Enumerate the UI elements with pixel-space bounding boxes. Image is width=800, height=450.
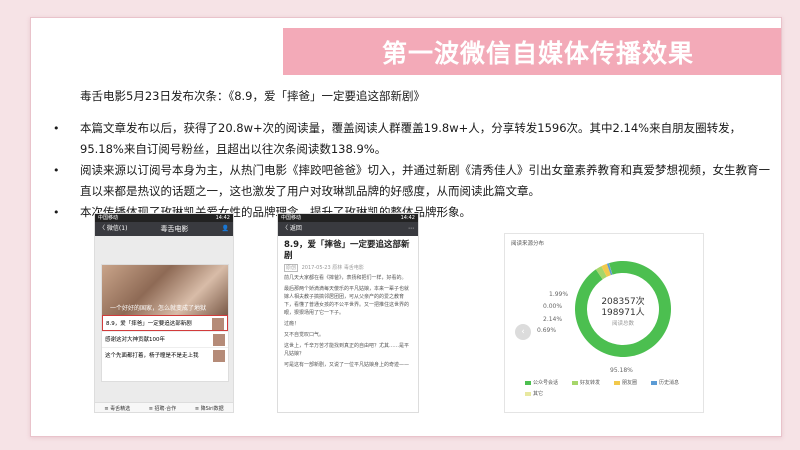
article-author: 原林 [332,265,343,271]
chart-center-text-0: 208357次 [601,295,644,307]
legend-label: 公众号会话 [533,380,559,386]
menu-item[interactable]: ≡ 毒舌精选 [104,405,130,412]
thumbnail-image [213,334,225,346]
phone-screenshot-feed: 中国移动 14:42 〈 微信(1) 毒舌电影 👤 一个好好的国家，怎么就变成了… [94,213,234,413]
legend-swatch [572,380,579,385]
bullet-item: 阅读来源以订阅号本身为主，从热门电影《摔跤吧爸爸》切入，并通过新剧《清秀佳人》引… [53,160,773,202]
article-title: 8.9，爱「摔爸」一定要追这部新剧 [284,240,410,261]
legend-item-4[interactable]: 其它 [525,390,543,397]
thumbnail-image [213,350,225,362]
message-feed: 一个好好的国家，怎么就变成了地狱 8.9，爱「摔爸」一定要追这部新剧 感谢这对大… [101,264,229,382]
feed-row[interactable]: 感谢这对大神贡献100年 [102,331,228,347]
slice-label-0: 95.18% [610,367,633,374]
slide-card: 第一波微信自媒体传播效果 毒舌电影5月23日发布次条：《8.9，爱「摔爸」一定要… [30,17,782,437]
legend-swatch [525,380,531,385]
bullet-list: 本篇文章发布以后，获得了20.8w+次的阅读量，覆盖阅读人群覆盖19.8w+人，… [53,118,773,223]
phone-screenshot-article: 中国移动 14:42 〈 返回 ⋯ 8.9，爱「摔爸」一定要追这部新剧 原创 2… [277,213,419,413]
thumbnail-image [212,318,224,330]
screenshots-row: 中国移动 14:42 〈 微信(1) 毒舌电影 👤 一个好好的国家，怎么就变成了… [31,213,781,436]
slice-label-2: 1.99% [549,291,568,298]
slice-label-3: 0.69% [537,327,556,334]
time-text: 14:42 [215,215,230,221]
article-paragraph: 又不自觉叹口气。 [284,332,325,338]
more-icon[interactable]: ⋯ [408,222,414,236]
article-meta: 原创 2017-05-23 原林 毒舌电影 [278,264,418,272]
article-paragraph: 这世上，千辛万苦才能找到真正的自由吧？尤其……是平凡姑娘？ [284,343,410,357]
title-banner: 第一波微信自媒体传播效果 [283,28,781,75]
legend-swatch [614,380,621,385]
legend-label: 历史消息 [659,380,680,386]
nav-bar: 〈 返回 ⋯ [278,222,418,236]
legend-label: 朋友圈 [622,380,638,386]
back-button[interactable]: 〈 微信(1) [99,222,127,236]
chart-center-text-2: 阅读总数 [612,319,635,327]
legend-swatch [651,380,658,385]
slice-label-4: 0.00% [543,303,562,310]
chart-legend: 公众号会话 好友转发 朋友圈 历史消息其它 [525,379,700,401]
read-source-chart: 阅读来源分布 95.18% 2.14% 1.99% 0.69% 0.00% 208357次… [504,233,704,413]
bullet-item: 本篇文章发布以后，获得了20.8w+次的阅读量，覆盖阅读人群覆盖19.8w+人，… [53,118,773,160]
chart-center-text-1: 198971人 [601,307,644,318]
legend-item-1[interactable]: 好友转发 [572,379,600,386]
legend-swatch [525,391,531,396]
feed-row-highlighted[interactable]: 8.9，爱「摔爸」一定要追这部新剧 [102,315,228,331]
article-paragraph: 最后那两个娇滴滴每天傻乐的平凡姑娘，本来一辈子也就嫁人相夫教子搞搞邻居团团，可从… [284,286,410,316]
legend-item-3[interactable]: 历史消息 [651,379,679,386]
status-bar: 中国移动 14:42 [278,214,418,222]
article-paragraph: 可是这有一部新剧，又说了一位平凡姑娘身上的奇迹—— [284,362,410,368]
legend-item-0[interactable]: 公众号会话 [525,379,558,386]
carrier-text: 中国移动 [281,215,302,221]
menu-item[interactable]: ≡ 招聘·合作 [149,405,176,412]
lead-text: 毒舌电影5月23日发布次条：《8.9，爱「摔爸」一定要追这部新剧》 [80,89,425,103]
article-paragraph: 过瘾！ [284,321,300,327]
profile-icon[interactable]: 👤 [222,222,229,236]
feed-caption: 一个好好的国家，怎么就变成了地狱 [110,305,207,312]
original-tag: 原创 [284,264,299,272]
menu-item[interactable]: ≡ 降Siri数据 [195,405,224,412]
bottom-menu: ≡ 毒舌精选 ≡ 招聘·合作 ≡ 降Siri数据 [95,402,233,412]
nav-bar: 〈 微信(1) 毒舌电影 👤 [95,222,233,236]
back-button[interactable]: 〈 返回 [282,222,302,236]
status-bar: 中国移动 14:42 [95,214,233,222]
feed-row[interactable]: 这个先面都打着，杨子瞳是不是走上我 [102,347,228,363]
page-title: 第一波微信自媒体传播效果 [381,38,694,68]
legend-label: 好友转发 [580,380,601,386]
legend-item-2[interactable]: 朋友圈 [614,379,637,386]
article-date: 2017-05-23 [301,265,331,271]
article-paragraph: 前几天大家都在看《摔爸》，表扬和把们一样，好看的。 [284,275,407,281]
feed-cover-image[interactable]: 一个好好的国家，怎么就变成了地狱 [102,265,228,315]
account-name: 毒舌电影 [160,225,189,233]
legend-label: 其它 [533,391,544,397]
prev-arrow-icon[interactable]: ‹ [515,324,531,340]
carrier-text: 中国移动 [98,215,119,221]
article-account[interactable]: 毒舌电影 [344,265,364,271]
slice-label-1: 2.14% [543,316,562,323]
time-text: 14:42 [400,215,415,221]
